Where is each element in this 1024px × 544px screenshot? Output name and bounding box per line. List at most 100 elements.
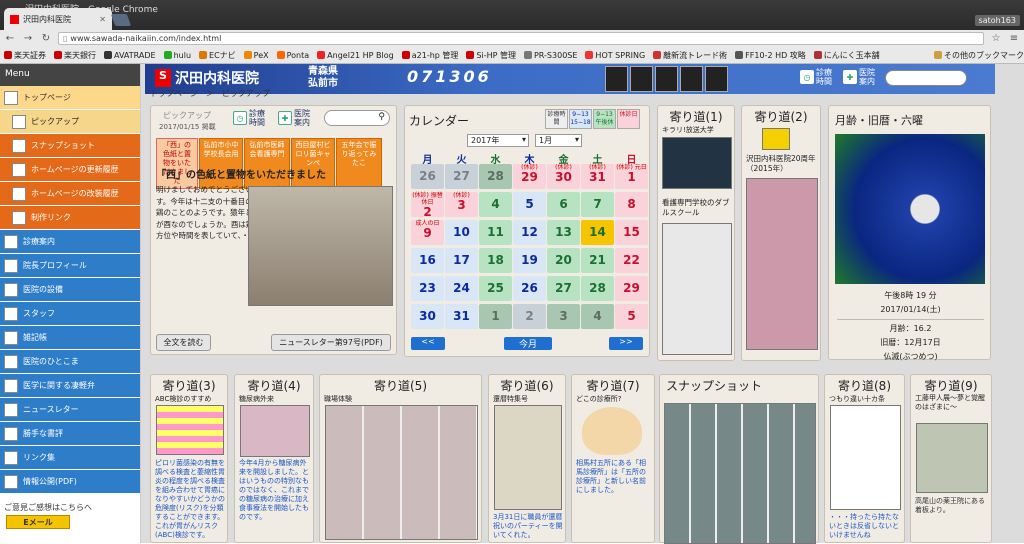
yorimichi-4-card[interactable]: 寄り道(4) 糖尿病外来 今年4月から糖尿病外来を開設しました。とはいうものの特…: [234, 374, 314, 543]
pickup-chip[interactable]: 弘前市小中学校長会用: [199, 138, 243, 189]
sidebar-item[interactable]: ピックアップ: [0, 110, 140, 134]
calendar-day[interactable]: 2: [513, 304, 546, 329]
header-info-button[interactable]: ✚ 医院案内: [843, 68, 875, 86]
bookmark-item[interactable]: hulu: [163, 51, 191, 60]
profile-button[interactable]: satoh163: [974, 15, 1020, 26]
calendar-day[interactable]: (休診) 31: [581, 164, 614, 189]
snapshot-card[interactable]: スナップショット: [659, 374, 819, 544]
yorimichi-3-card[interactable]: 寄り道(3) ABC検診のすすめ ピロリ菌感染の有無を調べる検査と萎縮性胃炎の程…: [150, 374, 228, 543]
sidebar-item[interactable]: スナップショット: [0, 134, 140, 158]
newsletter-button[interactable]: ニュースレター第97号(PDF): [271, 334, 391, 351]
calendar-day[interactable]: 27: [445, 164, 478, 189]
bookmark-item[interactable]: AVATRADE: [104, 51, 156, 60]
calendar-day[interactable]: 6: [547, 192, 580, 217]
yorimichi-2-card[interactable]: 寄り道(2) 沢田内科医院20周年（2015年）: [741, 105, 821, 361]
calendar-day[interactable]: 成人の日 9: [411, 220, 444, 245]
calendar-day[interactable]: 27: [547, 276, 580, 301]
calendar-day[interactable]: 19: [513, 248, 546, 273]
forward-icon[interactable]: →: [22, 33, 34, 44]
calendar-day[interactable]: 29: [615, 276, 648, 301]
calendar-day[interactable]: (休診) 3: [445, 192, 478, 217]
calendar-day[interactable]: 23: [411, 276, 444, 301]
bookmark-item[interactable]: 楽天銀行: [54, 50, 96, 61]
bookmark-item[interactable]: PR-S300SE: [523, 51, 577, 60]
address-bar[interactable]: ▯ www.sawada-naikaiin.com/index.html: [58, 32, 984, 45]
menu-icon[interactable]: ≡: [1008, 33, 1020, 44]
pickup-chip[interactable]: 弘前市医師会看護専門: [244, 138, 290, 189]
calendar-day[interactable]: 5: [513, 192, 546, 217]
site-search-input[interactable]: [885, 70, 967, 86]
calendar-day[interactable]: 15: [615, 220, 648, 245]
month-select[interactable]: 1月 ▾: [535, 134, 582, 147]
sidebar-item[interactable]: 雑記帳: [0, 326, 140, 350]
calendar-day[interactable]: 5: [615, 304, 648, 329]
bookmark-item[interactable]: ECナビ: [199, 50, 236, 61]
calendar-day[interactable]: 28: [581, 276, 614, 301]
calendar-day[interactable]: 12: [513, 220, 546, 245]
year-select[interactable]: 2017年 ▾: [467, 134, 529, 147]
back-icon[interactable]: ←: [4, 33, 16, 44]
pickup-search-input[interactable]: ⚲: [324, 110, 390, 126]
calendar-day[interactable]: (休診) 30: [547, 164, 580, 189]
sidebar-item[interactable]: ホームページの改装履歴: [0, 182, 140, 206]
pickup-chip[interactable]: 西目屋村ビロリ菌キャンペ: [291, 138, 335, 189]
next-month-button[interactable]: >>: [609, 337, 643, 350]
calendar-day[interactable]: (休診) 振替休日 2: [411, 192, 444, 218]
prev-month-button[interactable]: <<: [411, 337, 445, 350]
browser-tab[interactable]: 沢田内科医院 ✕: [4, 8, 112, 30]
calendar-day[interactable]: 4: [479, 192, 512, 217]
reload-icon[interactable]: ↻: [40, 33, 52, 44]
calendar-day[interactable]: 8: [615, 192, 648, 217]
sidebar-item[interactable]: 院長プロフィール: [0, 254, 140, 278]
calendar-day[interactable]: 22: [615, 248, 648, 273]
calendar-day[interactable]: 24: [445, 276, 478, 301]
pickup-chip[interactable]: 「西」の色紙と置物をいただきました: [156, 138, 198, 189]
bookmark-item[interactable]: HOT SPRING: [585, 51, 645, 60]
bookmark-item[interactable]: FF10-2 HD 攻略: [735, 50, 806, 61]
bookmark-item[interactable]: にんにく玉本舗: [813, 50, 880, 61]
site-logo[interactable]: S 沢田内科医院: [155, 68, 259, 88]
bookmark-item[interactable]: 楽天証券: [4, 50, 46, 61]
bookmark-item[interactable]: Si-HP 管理: [466, 50, 516, 61]
calendar-day[interactable]: 16: [411, 248, 444, 273]
yorimichi-9-card[interactable]: 寄り道(9) 工藤甲人展～夢と覚醒のはざまに～ 高尾山の薬王院にある着板より。: [910, 374, 992, 543]
bookmark-item[interactable]: Ponta: [276, 51, 309, 60]
calendar-day[interactable]: 25: [479, 276, 512, 301]
calendar-day[interactable]: 17: [445, 248, 478, 273]
bookmark-item[interactable]: a21-hp 管理: [401, 50, 458, 61]
sidebar-item[interactable]: スタッフ: [0, 302, 140, 326]
calendar-day[interactable]: 28: [479, 164, 512, 189]
header-hours-button[interactable]: ◷ 診療時間: [800, 68, 832, 86]
sidebar-item[interactable]: 医院のひとこま: [0, 350, 140, 374]
read-more-button[interactable]: 全文を読む: [156, 334, 211, 351]
bookmark-item[interactable]: その他のブックマーク: [934, 50, 1024, 61]
calendar-day[interactable]: (休診) 元日 1: [615, 164, 648, 189]
calendar-day[interactable]: 26: [513, 276, 546, 301]
bookmark-item[interactable]: 離新流トレード術: [653, 50, 727, 61]
sidebar-item[interactable]: ホームページの更新履歴: [0, 158, 140, 182]
calendar-day[interactable]: 14: [581, 220, 614, 245]
sidebar-item[interactable]: リンク集: [0, 446, 140, 470]
sidebar-item[interactable]: 医院の設備: [0, 278, 140, 302]
calendar-day[interactable]: 31: [445, 304, 478, 329]
star-icon[interactable]: ☆: [990, 33, 1002, 44]
calendar-day[interactable]: 18: [479, 248, 512, 273]
sidebar-item[interactable]: 勝手な書評: [0, 422, 140, 446]
sidebar-item[interactable]: 診療案内: [0, 230, 140, 254]
this-month-button[interactable]: 今月: [504, 337, 552, 350]
sidebar-item[interactable]: 制作リンク: [0, 206, 140, 230]
pickup-info-button[interactable]: ✚ 医院案内: [278, 109, 310, 127]
yorimichi-8-card[interactable]: 寄り道(8) つもり違い十カ条 ・・・持ったら持たないときは反省しないといけませ…: [824, 374, 905, 543]
pickup-hours-button[interactable]: ◷ 診療時間: [233, 109, 265, 127]
sidebar-item[interactable]: トップページ: [0, 86, 140, 110]
sidebar-item[interactable]: 情報公開(PDF): [0, 470, 140, 494]
pickup-chip[interactable]: 五年会で振り返ってみたこ: [336, 138, 382, 189]
sidebar-item[interactable]: ニュースレター: [0, 398, 140, 422]
calendar-day[interactable]: 11: [479, 220, 512, 245]
close-icon[interactable]: ✕: [99, 15, 106, 24]
calendar-day[interactable]: 26: [411, 164, 444, 189]
calendar-day[interactable]: 7: [581, 192, 614, 217]
calendar-day[interactable]: (休診) 29: [513, 164, 546, 189]
yorimichi-5-card[interactable]: 寄り道(5) 職場体験: [319, 374, 482, 543]
email-button[interactable]: Eメール: [6, 515, 70, 529]
